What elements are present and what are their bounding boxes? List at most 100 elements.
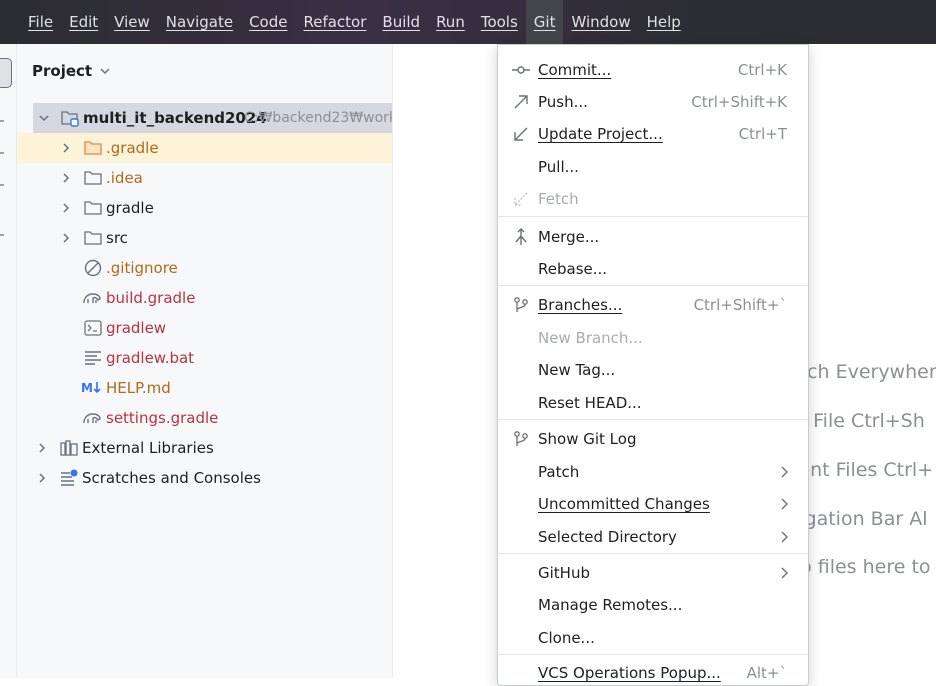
- root-project-path: C:₩backend23₩work₩: [244, 110, 392, 126]
- git-manage-remotes-item[interactable]: Manage Remotes...: [498, 589, 808, 621]
- chevron-right-icon[interactable]: [60, 142, 72, 154]
- menu-item-label: Pull...: [538, 158, 579, 176]
- menu-tools[interactable]: Tools: [473, 0, 526, 44]
- submenu-chevron-icon: [781, 498, 788, 510]
- menu-item-label: Branches...: [538, 296, 623, 314]
- chevron-right-icon[interactable]: [36, 442, 48, 454]
- tool-strip-icon[interactable]: [0, 152, 4, 154]
- menu-code[interactable]: Code: [241, 0, 295, 44]
- git-merge-item[interactable]: Merge...: [498, 221, 808, 253]
- git-new-branch-item[interactable]: New Branch...: [498, 322, 808, 354]
- tree-item-gradlew[interactable]: gradlew: [17, 313, 392, 343]
- tree-item-build-gradle[interactable]: build.gradle: [17, 283, 392, 313]
- tree-item-idea-dir[interactable]: .idea: [17, 163, 392, 193]
- menu-item-label: New Branch...: [538, 329, 643, 347]
- menu-window[interactable]: Window: [563, 0, 638, 44]
- branch-icon: [514, 297, 528, 312]
- text-file-icon: [85, 351, 101, 365]
- tree-item-gradlew-bat[interactable]: gradlew.bat: [17, 343, 392, 373]
- chevron-down-icon[interactable]: [38, 112, 50, 124]
- markdown-icon: M: [81, 381, 101, 395]
- menu-run[interactable]: Run: [428, 0, 473, 44]
- git-reset-head-item[interactable]: Reset HEAD...: [498, 387, 808, 419]
- menu-navigate[interactable]: Navigate: [158, 0, 241, 44]
- menu-item-label: Fetch: [538, 190, 579, 208]
- tool-strip-icon[interactable]: [0, 234, 4, 236]
- tree-item-help-md[interactable]: M HELP.md: [17, 373, 392, 403]
- chevron-right-icon[interactable]: [60, 232, 72, 244]
- tool-strip-icon[interactable]: [0, 120, 4, 122]
- menu-edit[interactable]: Edit: [61, 0, 106, 44]
- git-rebase-item[interactable]: Rebase...: [498, 253, 808, 285]
- project-view-selector[interactable]: Project: [32, 62, 110, 80]
- tree-item-label: .idea: [106, 169, 143, 187]
- menu-file[interactable]: File: [20, 0, 61, 44]
- menu-build[interactable]: Build: [374, 0, 428, 44]
- hint-recent-files: cent Files Ctrl+: [788, 459, 934, 481]
- menu-item-label: VCS Operations Popup...: [538, 664, 721, 682]
- git-commit-item[interactable]: Commit... Ctrl+K: [498, 54, 808, 86]
- tree-root-project[interactable]: multi_it_backend2024 C:₩backend23₩work₩: [33, 103, 392, 133]
- menu-git[interactable]: Git: [525, 0, 564, 44]
- tree-item-label: Scratches and Consoles: [82, 469, 261, 487]
- tree-item-label: External Libraries: [82, 439, 214, 457]
- git-new-tag-item[interactable]: New Tag...: [498, 354, 808, 386]
- chevron-down-icon: [100, 68, 110, 75]
- tree-item-label: .gitignore: [106, 259, 178, 277]
- gradle-elephant-icon: [83, 413, 101, 424]
- folder-icon: [84, 171, 102, 185]
- folder-icon: [84, 141, 102, 155]
- git-uncommitted-changes-item[interactable]: Uncommitted Changes: [498, 488, 808, 520]
- menu-view[interactable]: View: [106, 0, 158, 44]
- git-selected-directory-item[interactable]: Selected Directory: [498, 521, 808, 553]
- tree-item-src-folder[interactable]: src: [17, 223, 392, 253]
- tree-item-gitignore[interactable]: .gitignore: [17, 253, 392, 283]
- menu-item-shortcut: Ctrl+K: [737, 61, 787, 79]
- update-arrow-icon: [514, 127, 528, 141]
- project-tool-button[interactable]: [0, 58, 12, 88]
- git-show-log-item[interactable]: Show Git Log: [498, 423, 808, 455]
- git-fetch-item[interactable]: Fetch: [498, 183, 808, 215]
- scratches-icon: [61, 469, 78, 486]
- chevron-right-icon[interactable]: [36, 472, 48, 484]
- project-tool-window: Project multi_it_backend2024 C:₩backend2…: [17, 44, 393, 678]
- menu-separator: [498, 419, 808, 420]
- fetch-icon: [514, 192, 528, 206]
- menu-item-label: Reset HEAD...: [538, 394, 642, 412]
- library-icon: [60, 440, 78, 456]
- tree-item-gradle-folder[interactable]: gradle: [17, 193, 392, 223]
- merge-icon: [515, 228, 527, 245]
- terminal-file-icon: [84, 320, 102, 336]
- folder-icon: [84, 201, 102, 215]
- menu-item-label: Uncommitted Changes: [538, 495, 710, 513]
- git-branches-item[interactable]: Branches... Ctrl+Shift+`: [498, 289, 808, 321]
- menu-item-label: GitHub: [538, 564, 590, 582]
- git-pull-item[interactable]: Pull...: [498, 151, 808, 183]
- git-clone-item[interactable]: Clone...: [498, 622, 808, 654]
- tree-item-external-libraries[interactable]: External Libraries: [17, 433, 392, 463]
- commit-icon: [512, 66, 530, 74]
- tree-item-label: gradlew: [106, 319, 167, 337]
- tree-item-label: gradlew.bat: [106, 349, 195, 367]
- git-update-project-item[interactable]: Update Project... Ctrl+T: [498, 118, 808, 150]
- git-patch-item[interactable]: Patch: [498, 456, 808, 488]
- menu-help[interactable]: Help: [639, 0, 689, 44]
- hint-drop-files: op files here to: [788, 556, 931, 578]
- menu-separator: [498, 654, 808, 655]
- git-vcs-operations-item[interactable]: VCS Operations Popup... Alt+`: [498, 657, 808, 685]
- project-title: Project: [32, 62, 93, 80]
- tree-item-scratches[interactable]: Scratches and Consoles: [17, 463, 392, 493]
- git-push-item[interactable]: Push... Ctrl+Shift+K: [498, 86, 808, 118]
- tree-item-settings-gradle[interactable]: settings.gradle: [17, 403, 392, 433]
- menu-item-label: Update Project...: [538, 125, 663, 143]
- tree-item-label: HELP.md: [106, 379, 171, 397]
- git-github-item[interactable]: GitHub: [498, 557, 808, 589]
- git-menu-popup: Commit... Ctrl+K Push... Ctrl+Shift+K Up…: [497, 44, 809, 686]
- menu-refactor[interactable]: Refactor: [295, 0, 374, 44]
- tree-item-label: .gradle: [106, 139, 159, 157]
- tool-strip-icon[interactable]: [0, 184, 4, 186]
- chevron-right-icon[interactable]: [60, 172, 72, 184]
- tree-item-gradle-dir[interactable]: .gradle: [17, 133, 392, 163]
- menu-item-shortcut: Ctrl+Shift+K: [691, 93, 787, 111]
- chevron-right-icon[interactable]: [60, 202, 72, 214]
